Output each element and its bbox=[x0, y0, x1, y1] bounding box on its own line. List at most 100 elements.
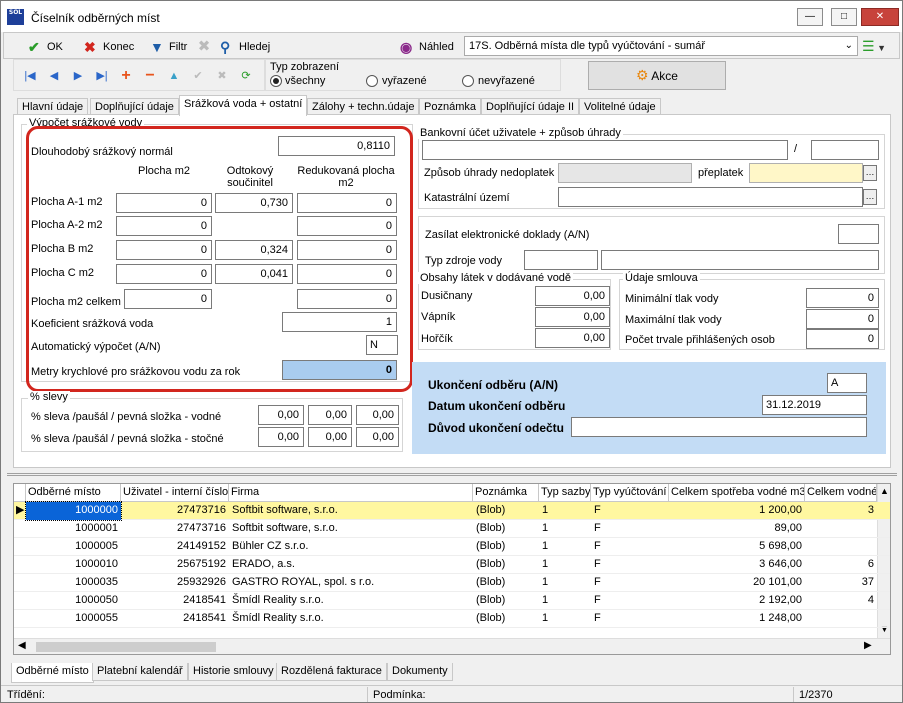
edit-record-icon[interactable]: ▲ bbox=[164, 66, 184, 86]
table-cell[interactable]: 4 bbox=[805, 592, 877, 610]
table-cell[interactable]: F bbox=[591, 502, 669, 520]
minimize-button[interactable]: — bbox=[797, 8, 823, 26]
table-cell[interactable]: (Blob) bbox=[473, 574, 539, 592]
akce-button[interactable]: ⚙ Akce bbox=[588, 61, 726, 90]
table-row[interactable]: ▶ 1000000 27473716 Softbit software, s.r.o.… bbox=[14, 501, 890, 521]
grid-horizontal-scrollbar[interactable]: ◀ ▶ bbox=[14, 638, 890, 654]
table-cell[interactable]: 25675192 bbox=[121, 556, 229, 574]
refresh-icon[interactable]: ⟳ bbox=[236, 66, 256, 86]
table-cell[interactable]: 89,00 bbox=[669, 520, 805, 538]
table-cell[interactable]: 37 bbox=[805, 574, 877, 592]
clear-filter-button[interactable]: ✖ bbox=[194, 37, 214, 57]
table-row[interactable]: 1000055 2418541 Šmídl Reality s.r.o. (Blob)… bbox=[14, 610, 890, 628]
table-cell[interactable]: 1 bbox=[539, 592, 591, 610]
tab-note[interactable]: Poznámka bbox=[419, 98, 481, 115]
nahled-button[interactable]: ◉ Náhled bbox=[396, 37, 458, 57]
cancel-record-icon[interactable]: ✖ bbox=[212, 66, 232, 86]
table-cell[interactable] bbox=[805, 610, 877, 628]
ok-button[interactable]: ✔ OK bbox=[24, 37, 72, 57]
table-row[interactable]: 1000005 24149152 Bühler CZ s.r.o. (Blob) 1 F 5… bbox=[14, 538, 890, 556]
coefficient-field[interactable]: 1 bbox=[282, 312, 397, 332]
table-cell[interactable]: 1 bbox=[539, 574, 591, 592]
table-cell[interactable]: 5 698,00 bbox=[669, 538, 805, 556]
row-b-area[interactable]: 0 bbox=[116, 240, 212, 260]
table-cell[interactable]: 2418541 bbox=[121, 610, 229, 628]
overpaid-field[interactable] bbox=[749, 163, 863, 183]
table-cell[interactable]: (Blob) bbox=[473, 502, 539, 520]
table-cell[interactable]: 1000000 bbox=[25, 501, 122, 521]
table-cell[interactable] bbox=[805, 520, 877, 538]
discount-sewage-1[interactable]: 0,00 bbox=[258, 427, 304, 447]
persons-field[interactable]: 0 bbox=[806, 329, 879, 349]
auto-calc-field[interactable]: N bbox=[366, 335, 398, 355]
table-cell[interactable]: ERADO, a.s. bbox=[229, 556, 473, 574]
discount-sewage-2[interactable]: 0,00 bbox=[308, 427, 352, 447]
add-record-icon[interactable]: + bbox=[116, 66, 136, 86]
table-cell[interactable]: 1000035 bbox=[26, 574, 121, 592]
table-cell[interactable]: 3 646,00 bbox=[669, 556, 805, 574]
table-cell[interactable]: 1 200,00 bbox=[669, 502, 805, 520]
table-cell[interactable]: 6 bbox=[805, 556, 877, 574]
list-menu-icon[interactable]: ☰ ▼ bbox=[862, 38, 886, 56]
bottom-tab-odberne-misto[interactable]: Odběrné místo bbox=[11, 663, 94, 683]
scroll-up-icon[interactable]: ▲ bbox=[880, 486, 889, 496]
table-cell[interactable]: 1000050 bbox=[26, 592, 121, 610]
row-a1-reduced[interactable]: 0 bbox=[297, 193, 397, 213]
row-b-coef[interactable]: 0,324 bbox=[215, 240, 293, 260]
tab-deposits[interactable]: Zálohy + techn.údaje bbox=[307, 98, 420, 115]
total-area-field[interactable]: 0 bbox=[124, 289, 212, 309]
tab-optional[interactable]: Volitelné údaje bbox=[579, 98, 661, 115]
bottom-tab-platebni-kalendar[interactable]: Platební kalendář bbox=[92, 663, 188, 681]
table-cell[interactable]: 1 bbox=[539, 556, 591, 574]
grid-header-uzivatel[interactable]: Uživatel - interní číslo bbox=[121, 484, 229, 502]
row-a1-coef[interactable]: 0,730 bbox=[215, 193, 293, 213]
grid-header-odberne-misto[interactable]: Odběrné místo bbox=[26, 484, 121, 502]
table-cell[interactable]: 1 bbox=[539, 610, 591, 628]
table-cell[interactable]: (Blob) bbox=[473, 610, 539, 628]
termination-field[interactable]: A bbox=[827, 373, 867, 393]
table-cell[interactable]: F bbox=[591, 520, 669, 538]
table-cell[interactable]: Šmídl Reality s.r.o. bbox=[229, 610, 473, 628]
grid-header-celkem-spotreba[interactable]: Celkem spotřeba vodné m3 bbox=[669, 484, 805, 502]
edoc-field[interactable] bbox=[838, 224, 879, 244]
row-a2-reduced[interactable]: 0 bbox=[297, 216, 397, 236]
tab-supplementary[interactable]: Doplňující údaje bbox=[90, 98, 179, 115]
max-pressure-field[interactable]: 0 bbox=[806, 309, 879, 329]
bank-code-field[interactable] bbox=[811, 140, 879, 160]
longterm-field[interactable]: 0,8110 bbox=[278, 136, 395, 156]
unpaid-field[interactable] bbox=[558, 163, 692, 183]
table-cell[interactable]: 1000005 bbox=[26, 538, 121, 556]
delete-record-icon[interactable]: − bbox=[140, 66, 160, 86]
table-cell[interactable]: (Blob) bbox=[473, 520, 539, 538]
table-cell[interactable]: 1000001 bbox=[26, 520, 121, 538]
table-cell[interactable]: 27473716 bbox=[121, 520, 229, 538]
bottom-tab-historie-smlouvy[interactable]: Historie smlouvy bbox=[188, 663, 279, 681]
table-cell[interactable]: 1000055 bbox=[26, 610, 121, 628]
row-c-area[interactable]: 0 bbox=[116, 264, 212, 284]
table-row[interactable]: 1000035 25932926 GASTRO ROYAL, spol. s r.o… bbox=[14, 574, 890, 592]
scroll-right-icon[interactable]: ▶ bbox=[864, 640, 872, 651]
discount-water-3[interactable]: 0,00 bbox=[356, 405, 399, 425]
grid-header-firma[interactable]: Firma bbox=[229, 484, 473, 502]
termination-reason-field[interactable] bbox=[571, 417, 867, 437]
table-row[interactable]: 1000050 2418541 Šmídl Reality s.r.o. (Blob)… bbox=[14, 592, 890, 610]
bank-account-field[interactable] bbox=[422, 140, 788, 160]
hledej-button[interactable]: ⚲ Hledej bbox=[216, 37, 276, 57]
discount-water-2[interactable]: 0,00 bbox=[308, 405, 352, 425]
radio-discarded[interactable] bbox=[366, 75, 378, 87]
first-record-icon[interactable]: |◀ bbox=[20, 66, 40, 86]
table-cell[interactable]: Softbit software, s.r.o. bbox=[229, 520, 473, 538]
overpaid-lookup-button[interactable]: … bbox=[863, 165, 877, 181]
table-row[interactable]: 1000010 25675192 ERADO, a.s. (Blob) 1 F 3 646,… bbox=[14, 556, 890, 574]
konec-button[interactable]: ✖ Konec bbox=[80, 37, 142, 57]
table-cell[interactable]: 1 bbox=[539, 520, 591, 538]
bottom-tab-rozdelena-fakturace[interactable]: Rozdělená fakturace bbox=[276, 663, 387, 681]
termination-date-field[interactable]: 31.12.2019 bbox=[762, 395, 867, 415]
row-c-reduced[interactable]: 0 bbox=[297, 264, 397, 284]
tab-rainwater[interactable]: Srážková voda + ostatní bbox=[179, 95, 308, 116]
table-cell[interactable]: 20 101,00 bbox=[669, 574, 805, 592]
post-record-icon[interactable]: ✔ bbox=[188, 66, 208, 86]
row-c-coef[interactable]: 0,041 bbox=[215, 264, 293, 284]
row-a2-area[interactable]: 0 bbox=[116, 216, 212, 236]
row-a1-area[interactable]: 0 bbox=[116, 193, 212, 213]
